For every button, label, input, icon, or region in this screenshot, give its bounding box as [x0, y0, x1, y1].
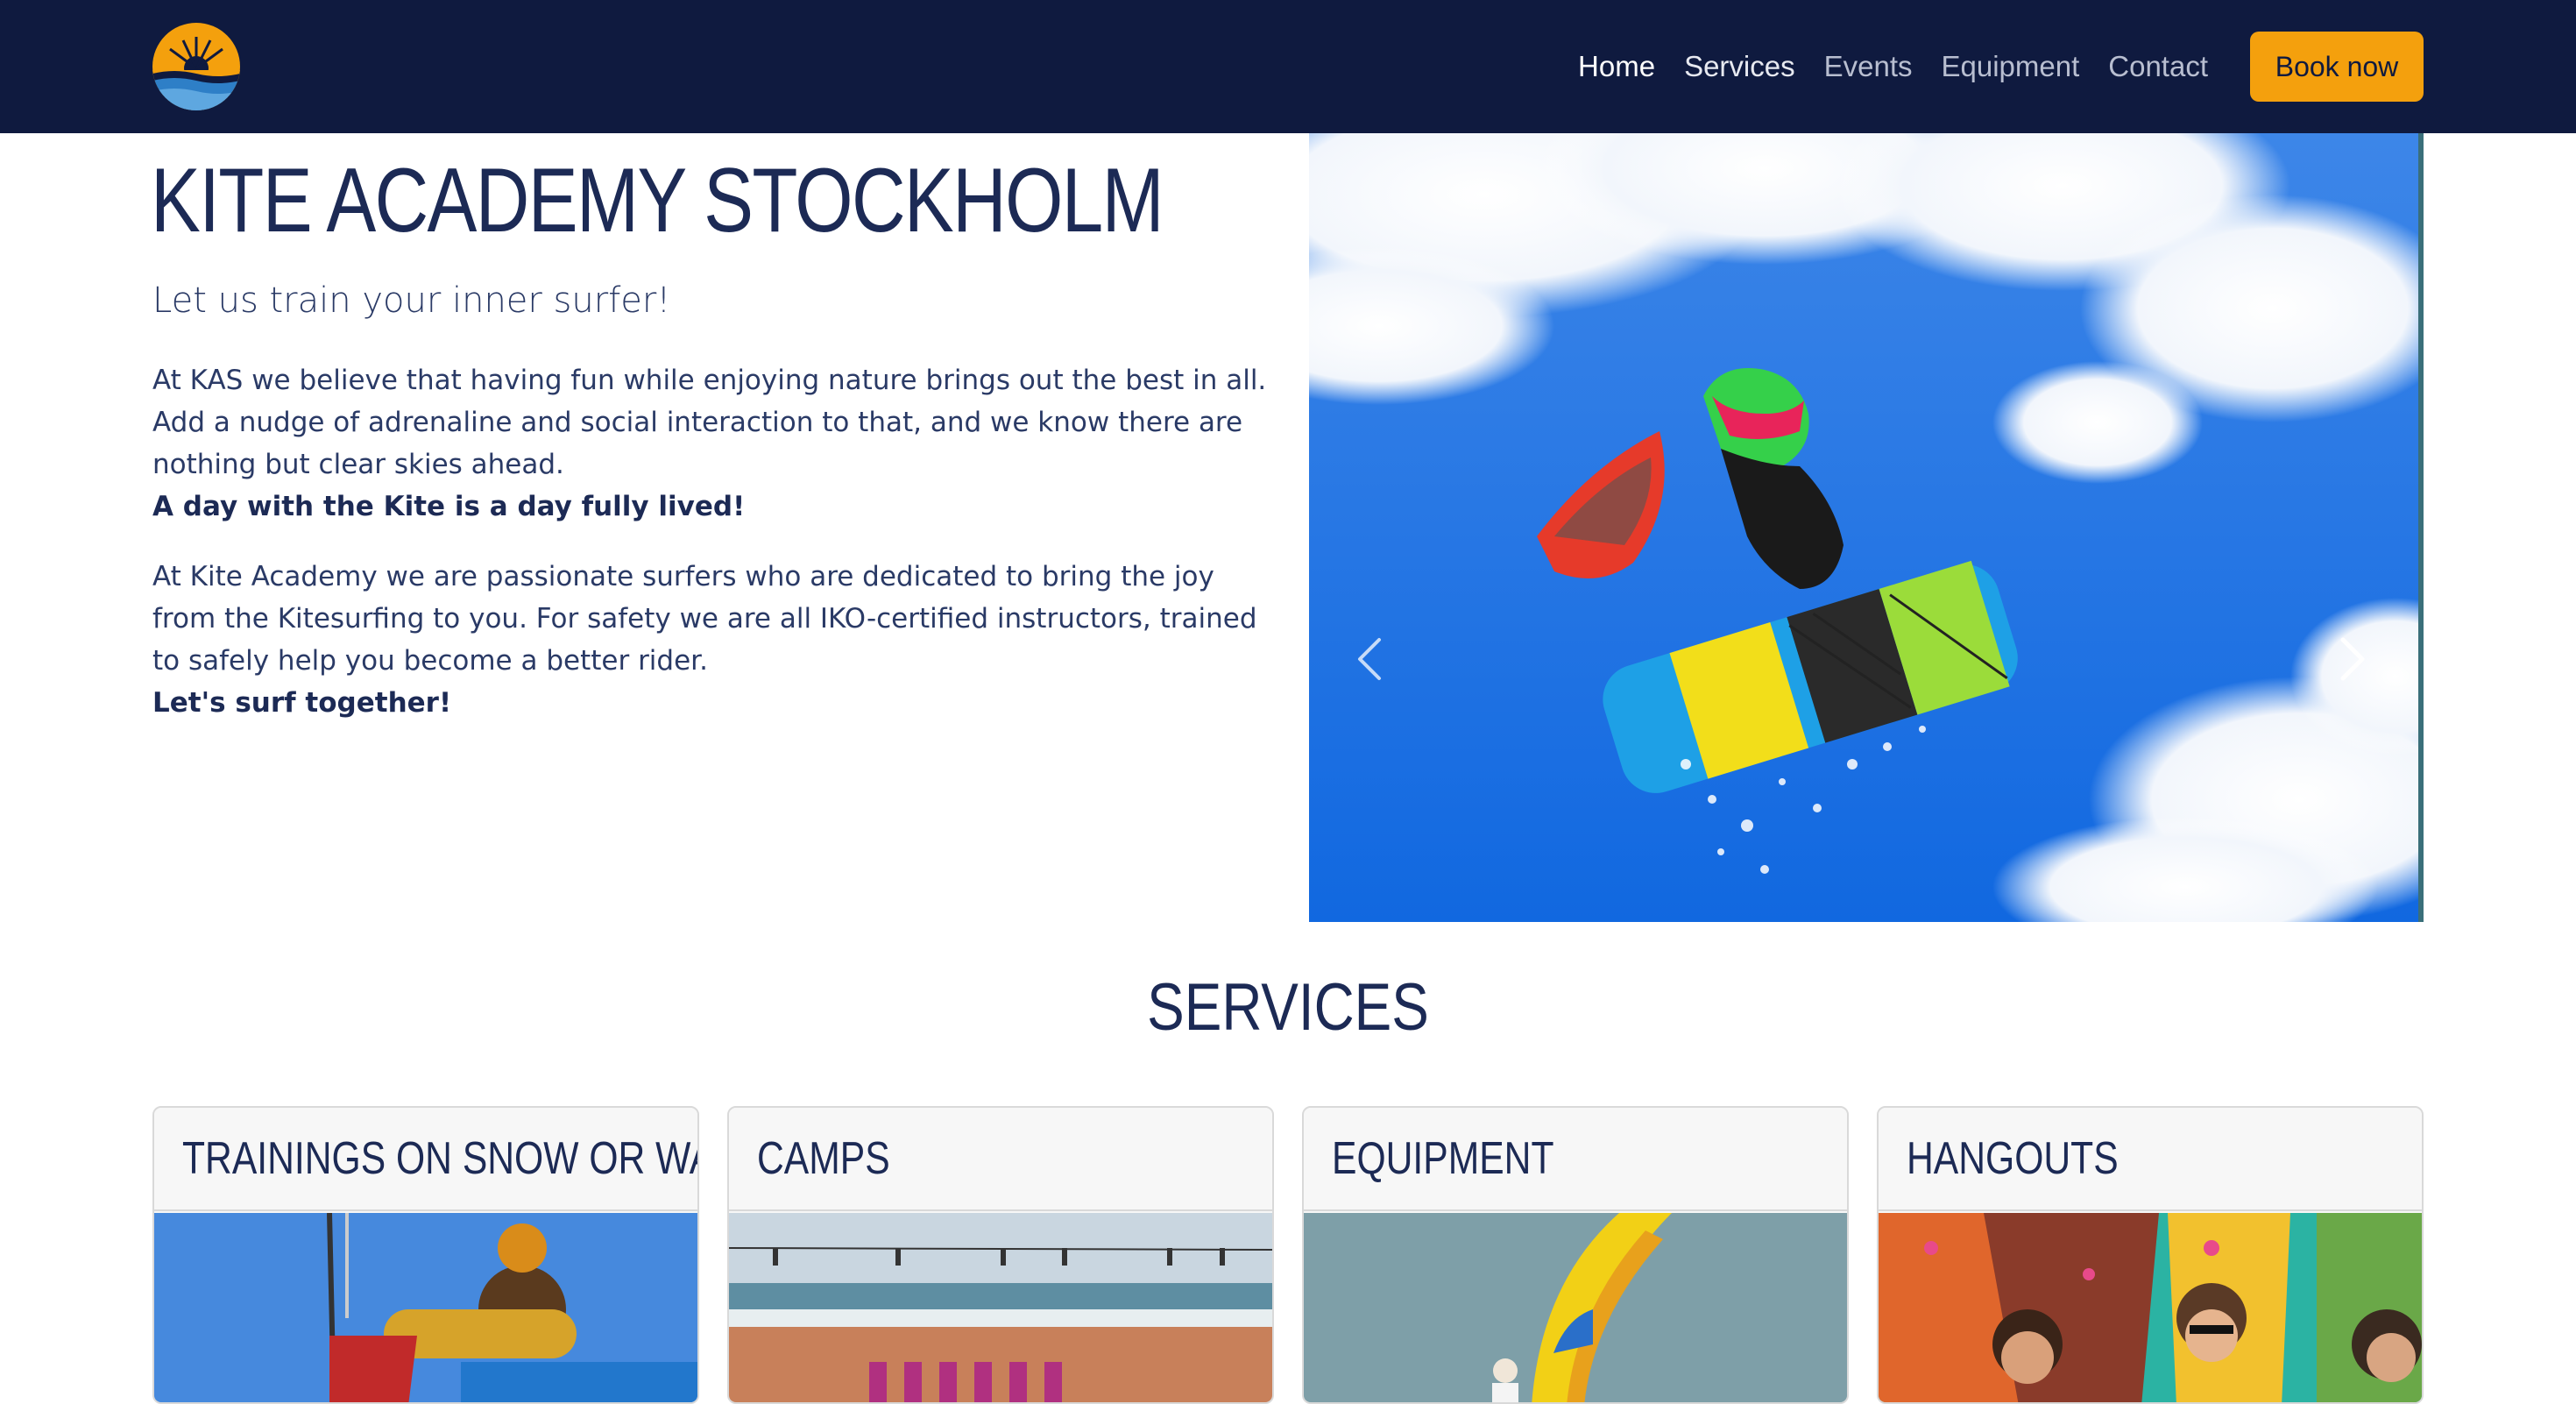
- hangouts-mural-image: [1879, 1213, 2422, 1402]
- card-header: EQUIPMENT: [1304, 1108, 1847, 1211]
- about-tagline: Let's surf together!: [152, 687, 452, 719]
- about-paragraph: At Kite Academy we are passionate surfer…: [152, 556, 1274, 724]
- nav-link-services[interactable]: Services: [1684, 50, 1795, 83]
- hero-carousel: [1309, 133, 2424, 922]
- intro-paragraph: At KAS we believe that having fun while …: [152, 359, 1274, 528]
- card-title: TRAININGS ON SNOW OR WATER: [182, 1133, 697, 1184]
- kite-equipment-image: [1304, 1213, 1847, 1402]
- hero-subtitle: Let us train your inner surfer!: [152, 280, 671, 321]
- page-title: KITE ACADEMY STOCKHOLM: [151, 150, 1164, 252]
- card-title: CAMPS: [757, 1133, 890, 1184]
- nav-link-contact[interactable]: Contact: [2108, 50, 2208, 83]
- card-header: HANGOUTS: [1879, 1108, 2422, 1211]
- chevron-left-icon[interactable]: [1344, 624, 1397, 694]
- carousel-edge: [2418, 133, 2424, 922]
- about-text: At Kite Academy we are passionate surfer…: [152, 561, 1257, 677]
- intro-text: At KAS we believe that having fun while …: [152, 365, 1267, 480]
- service-card-camps[interactable]: CAMPS: [727, 1106, 1274, 1404]
- card-title: HANGOUTS: [1907, 1133, 2119, 1184]
- service-card-trainings[interactable]: TRAININGS ON SNOW OR WATER: [152, 1106, 699, 1404]
- service-card-hangouts[interactable]: HANGOUTS: [1877, 1106, 2424, 1404]
- kitesurfer-jump-image: [1309, 133, 2424, 922]
- navbar: Home Services Events Equipment Contact B…: [0, 0, 2576, 133]
- main-nav: Home Services Events Equipment Contact: [1578, 0, 2208, 133]
- card-header: CAMPS: [729, 1108, 1272, 1211]
- services-title: SERVICES: [1147, 970, 1429, 1045]
- snow-training-image: [154, 1213, 697, 1402]
- card-title: EQUIPMENT: [1332, 1133, 1554, 1184]
- beach-camp-image: [729, 1213, 1272, 1402]
- nav-link-home[interactable]: Home: [1578, 50, 1655, 83]
- chevron-right-icon[interactable]: [2325, 624, 2378, 694]
- sunset-wave-logo-icon[interactable]: [152, 23, 240, 110]
- nav-link-equipment[interactable]: Equipment: [1942, 50, 2080, 83]
- service-card-equipment[interactable]: EQUIPMENT: [1302, 1106, 1849, 1404]
- intro-tagline: A day with the Kite is a day fully lived…: [152, 491, 746, 522]
- nav-link-events[interactable]: Events: [1824, 50, 1913, 83]
- card-header: TRAININGS ON SNOW OR WATER: [154, 1108, 697, 1211]
- book-now-button[interactable]: Book now: [2250, 32, 2424, 102]
